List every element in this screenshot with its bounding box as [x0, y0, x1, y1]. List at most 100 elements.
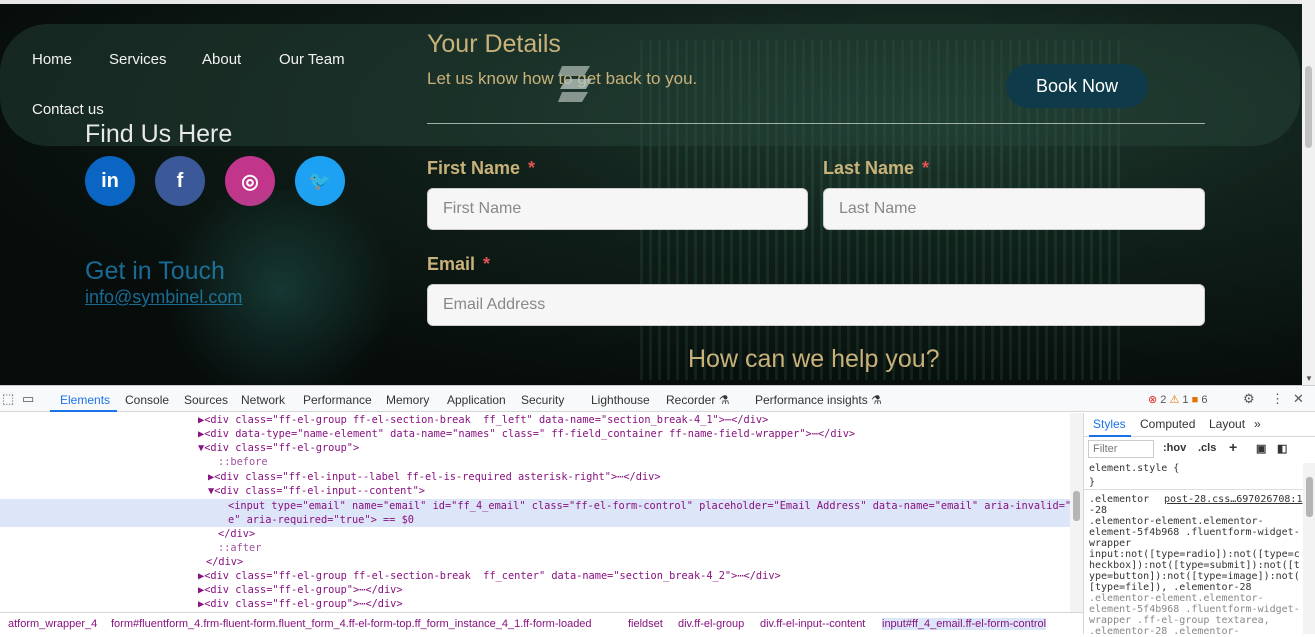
dom-node-line[interactable]: ▼<div class="ff-el-group"> — [198, 441, 359, 455]
tab-lighthouse[interactable]: Lighthouse — [591, 393, 650, 407]
facebook-icon[interactable]: f — [155, 156, 205, 206]
element-style-close: } — [1089, 477, 1096, 488]
nav-services[interactable]: Services — [109, 51, 167, 68]
scroll-down-icon[interactable]: ▼ — [1305, 374, 1313, 383]
logo-icon[interactable] — [558, 62, 594, 104]
tab-memory[interactable]: Memory — [386, 393, 429, 407]
breadcrumb-item[interactable]: form#fluentform_4.frm-fluent-form.fluent… — [111, 618, 592, 630]
nav-contact-us[interactable]: Contact us — [32, 101, 104, 118]
settings-gear-icon[interactable]: ⚙ — [1243, 391, 1255, 407]
website-viewport: Home Services About Our Team Contact us … — [0, 0, 1315, 385]
scrollbar-thumb[interactable] — [1305, 66, 1312, 148]
info-count: 6 — [1201, 394, 1208, 406]
nav-our-team[interactable]: Our Team — [279, 51, 345, 68]
dom-node-line[interactable]: </div> — [206, 555, 243, 569]
styles-filter-input[interactable]: Filter — [1088, 440, 1154, 458]
paint-icon[interactable]: ▣ — [1256, 442, 1266, 455]
dom-node-line[interactable]: ▶<div class="ff-el-group ff-el-section-b… — [198, 413, 768, 427]
active-tab-indicator — [50, 410, 117, 412]
element-style-rule[interactable]: element.style { — [1089, 463, 1179, 474]
rule-line: -28 — [1089, 505, 1108, 516]
last-name-label-text: Last Name — [823, 158, 915, 178]
more-options-icon[interactable]: ⋮ — [1271, 391, 1284, 407]
dom-node-line[interactable]: ▶<div class="ff-el-group">⋯</div> — [198, 597, 403, 611]
dom-node-line[interactable]: ▶<div data-type="name-element" data-name… — [198, 427, 855, 441]
tab-styles[interactable]: Styles — [1093, 417, 1126, 431]
first-name-label-text: First Name — [427, 158, 521, 178]
instagram-icon[interactable]: ◎ — [225, 156, 275, 206]
rule-source-link[interactable]: post-28.css…697026708:1 — [1164, 494, 1302, 505]
device-toolbar-icon[interactable]: ▭ — [22, 391, 34, 407]
scrollbar-thumb[interactable] — [1073, 491, 1080, 521]
tab-recorder[interactable]: Recorder ⚗ — [666, 393, 729, 407]
breadcrumb-item[interactable]: div.ff-el-group — [678, 618, 744, 630]
top-line — [0, 0, 1315, 4]
rule-line: .elementor-element.elementor- — [1089, 593, 1264, 604]
dom-node-line[interactable]: </div> — [218, 527, 255, 541]
more-tabs-icon[interactable]: » — [1254, 417, 1261, 431]
tab-performance[interactable]: Performance — [303, 393, 372, 407]
tab-security[interactable]: Security — [521, 393, 564, 407]
close-icon[interactable]: ✕ — [1293, 391, 1304, 407]
rule-line: .elementor-28 .elementor- — [1089, 626, 1240, 637]
facebook-glyph: f — [176, 169, 184, 192]
dom-node-line[interactable]: ▶<div class="ff-el-group ff-el-section-b… — [198, 569, 781, 583]
first-name-input[interactable]: First Name — [427, 188, 808, 230]
scrollbar-thumb[interactable] — [1306, 477, 1313, 517]
linkedin-icon[interactable]: in — [85, 156, 135, 206]
dom-pseudo-line[interactable]: ::after — [218, 541, 261, 555]
tab-network[interactable]: Network — [241, 393, 285, 407]
rule-divider — [1084, 489, 1303, 490]
twitter-glyph: 🐦 — [308, 170, 332, 191]
nav-about[interactable]: About — [202, 51, 241, 68]
new-rule-icon[interactable]: + — [1229, 439, 1237, 455]
first-name-label: First Name * — [427, 158, 535, 179]
tab-sources[interactable]: Sources — [184, 393, 228, 407]
twitter-icon[interactable]: 🐦 — [295, 156, 345, 206]
dom-node-line[interactable]: ▼<div class="ff-el-input--content"> — [208, 484, 425, 498]
rule-line: [type=file]), .elementor-28 — [1089, 582, 1252, 593]
email-link[interactable]: info@symbinel.com — [85, 287, 242, 308]
elements-tree[interactable]: ▶<div class="ff-el-group ff-el-section-b… — [0, 413, 1070, 612]
rule-selector[interactable]: .elementor — [1089, 494, 1149, 505]
class-toggle-button[interactable]: .cls — [1198, 442, 1216, 454]
tab-computed[interactable]: Computed — [1140, 417, 1195, 431]
rule-line: element-5f4b968 .fluentform-widget- — [1089, 527, 1300, 538]
elements-scrollbar[interactable] — [1070, 413, 1083, 612]
breadcrumb-item[interactable]: fieldset — [628, 618, 663, 630]
last-name-input[interactable]: Last Name — [823, 188, 1205, 230]
form-divider — [427, 123, 1205, 124]
error-icon: ⊗ — [1148, 394, 1158, 406]
page-scrollbar[interactable]: ▼ — [1302, 0, 1315, 385]
email-input[interactable]: Email Address — [427, 284, 1205, 326]
tab-elements[interactable]: Elements — [60, 393, 110, 407]
styles-scrollbar[interactable] — [1303, 463, 1315, 634]
dom-pseudo-line[interactable]: ::before — [218, 455, 268, 469]
nav-home[interactable]: Home — [32, 51, 72, 68]
book-now-button[interactable]: Book Now — [1006, 64, 1148, 108]
tab-application[interactable]: Application — [447, 393, 506, 407]
breadcrumb-item-selected[interactable]: input#ff_4_email.ff-el-form-control — [882, 618, 1047, 630]
dom-node-line[interactable]: ▶<div class="ff-el-group">⋯</div> — [198, 583, 403, 597]
dom-selected-line[interactable]: <input type="email" name="email" id="ff_… — [228, 499, 1070, 513]
error-count: 2 — [1160, 394, 1167, 406]
styles-tabbar: Styles Computed Layout » — [1084, 413, 1315, 437]
dom-node-line[interactable]: ▶<div class="ff-el-input--label ff-el-is… — [208, 470, 661, 484]
email-label: Email * — [427, 254, 490, 275]
styles-pane: Styles Computed Layout » Filter :hov .cl… — [1083, 413, 1315, 637]
tab-layout[interactable]: Layout — [1209, 417, 1245, 431]
find-us-heading: Find Us Here — [85, 120, 233, 148]
required-asterisk: * — [922, 158, 930, 178]
breadcrumb-item[interactable]: atform_wrapper_4 — [8, 618, 97, 630]
rule-line: ype=button]):not([type=image]):not( — [1089, 571, 1300, 582]
dom-selected-line-cont[interactable]: e" aria-required="true"> == $0 — [228, 513, 414, 527]
tab-console[interactable]: Console — [125, 393, 169, 407]
rule-line: .elementor-element.elementor- — [1089, 516, 1264, 527]
hover-state-button[interactable]: :hov — [1163, 442, 1186, 454]
inspect-element-icon[interactable]: ⬚ — [2, 391, 14, 407]
issues-counter[interactable]: ⊗ 2 ⚠ 1 ■ 6 — [1148, 393, 1207, 406]
tab-performance-insights[interactable]: Performance insights ⚗ — [755, 393, 882, 407]
breadcrumb-item[interactable]: div.ff-el-input--content — [760, 618, 865, 630]
email-label-text: Email — [427, 254, 476, 274]
sidebar-toggle-icon[interactable]: ◧ — [1277, 442, 1287, 455]
